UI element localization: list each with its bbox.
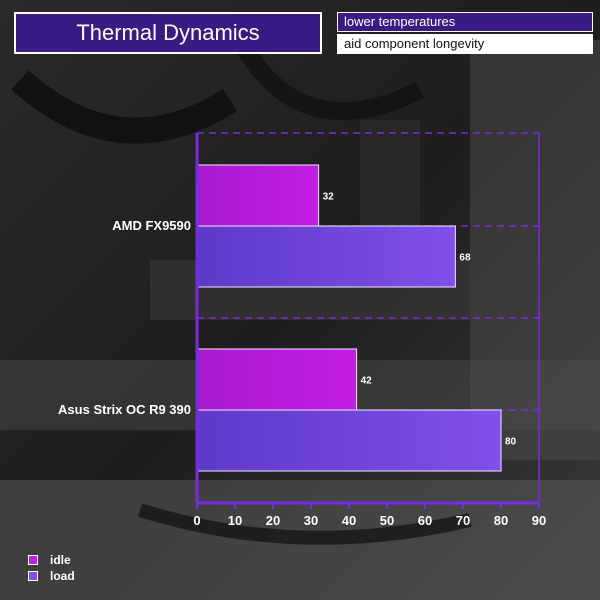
bar-load-0 [197,225,456,288]
x-tick-label-0: 0 [193,513,200,528]
legend-item-load: load [28,569,75,583]
category-label-1: Asus Strix OC R9 390 [58,402,191,417]
x-tick-label-6: 60 [418,513,432,528]
data-label-idle-1: 42 [361,376,373,387]
x-tick-label-5: 50 [380,513,394,528]
x-tick-label-9: 90 [532,513,546,528]
x-tick-label-2: 20 [266,513,280,528]
x-tick-label-7: 70 [456,513,470,528]
data-label-load-0: 68 [459,253,471,264]
x-tick-label-8: 80 [494,513,508,528]
bar-chart: 32 42 68 80 AMD FX9590 Asus Strix OC R9 390 0 1… [58,132,546,528]
legend-swatch-idle [28,555,38,565]
x-tick-label-3: 30 [304,513,318,528]
x-tick-label-4: 40 [342,513,356,528]
category-label-0: AMD FX9590 [112,218,191,233]
legend-label-load: load [50,569,75,583]
data-label-load-1: 80 [505,437,517,448]
bar-idle-1 [197,348,358,411]
legend-label-idle: idle [50,553,71,567]
data-label-idle-0: 32 [323,192,335,203]
legend-swatch-load [28,571,38,581]
x-tick-label-1: 10 [228,513,242,528]
bar-load-1 [197,409,502,472]
legend-item-idle: idle [28,553,71,567]
bar-idle-0 [197,164,320,227]
